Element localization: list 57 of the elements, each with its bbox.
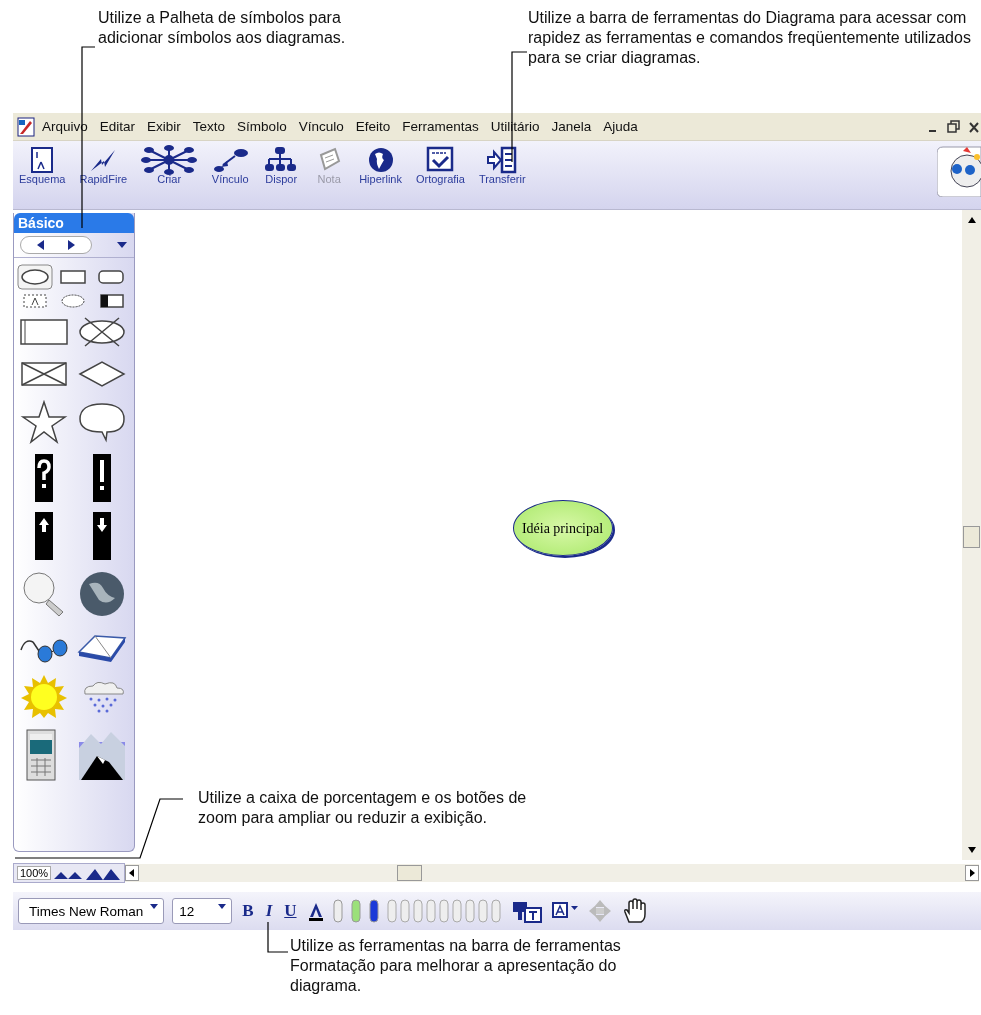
menu-item[interactable]: Janela xyxy=(545,119,598,134)
underline-button[interactable]: U xyxy=(282,901,299,921)
menu-item[interactable]: Editar xyxy=(93,119,142,134)
horizontal-scrollbar[interactable] xyxy=(125,864,979,882)
crossed-oval-icon[interactable] xyxy=(77,316,127,348)
caret-icon[interactable] xyxy=(217,903,228,911)
dropdown-arrow-icon[interactable] xyxy=(116,240,128,250)
document-icon xyxy=(16,116,36,137)
size-dropdown[interactable]: 12 xyxy=(172,898,233,924)
toolbar-button[interactable]: Transferir xyxy=(474,145,530,185)
line-style-icon[interactable] xyxy=(368,898,379,924)
right-arrow-icon[interactable] xyxy=(65,239,77,251)
palette-title: Básico xyxy=(14,213,134,233)
diamond-shape-icon[interactable] xyxy=(77,358,127,390)
scroll-left-icon[interactable] xyxy=(125,865,140,881)
left-arrow-icon[interactable] xyxy=(35,239,47,251)
toolbar-button[interactable]: Hiperlink xyxy=(355,145,406,185)
callout-text: Utilize a barra de ferramentas do Diagrama para acessar com rapidez as ferramentas e comandos freqüentemente utilizados para se criar diagramas. xyxy=(528,8,972,68)
callout-text: Utilize a Palheta de símbolos para adicionar símbolos aos diagramas. xyxy=(98,8,347,48)
menu-item[interactable]: Texto xyxy=(186,119,232,134)
zoom-percent-field[interactable]: 100% xyxy=(17,866,52,880)
toolbar-button[interactable]: Vínculo xyxy=(207,145,254,185)
web-diagram-icon xyxy=(141,145,198,175)
restore-icon[interactable] xyxy=(947,119,961,134)
scroll-right-icon[interactable] xyxy=(965,865,979,881)
vertical-scrollbar[interactable] xyxy=(962,210,981,860)
bold-button[interactable]: B xyxy=(240,901,256,921)
half-filled-rectangle-icon[interactable] xyxy=(97,292,125,310)
scrollbar-thumb[interactable] xyxy=(397,865,423,881)
toolbar-button[interactable]: Dispor xyxy=(259,145,304,185)
globe-picture-icon[interactable] xyxy=(77,570,127,618)
italic-button[interactable]: I xyxy=(263,901,275,921)
palette-scroll-control[interactable] xyxy=(20,236,92,254)
toolbar-button[interactable]: Esquema xyxy=(15,145,70,185)
menu-item[interactable]: Exibir xyxy=(141,119,187,134)
rectangle-shape-icon[interactable] xyxy=(59,268,87,286)
transfer-icon xyxy=(486,145,519,175)
rounded-rectangle-icon[interactable] xyxy=(97,268,125,286)
main-idea-symbol[interactable]: Idéia principal xyxy=(512,500,613,556)
menu-item[interactable]: Símbolo xyxy=(231,119,293,134)
toolbar-button[interactable]: Criar xyxy=(137,145,202,185)
callout-text: Utilize as ferramentas na barra de ferramentas Formatação para melhorar a apresentação do diagrama. xyxy=(290,936,622,996)
menu-item[interactable]: Ajuda xyxy=(597,119,644,134)
scrollbar-thumb[interactable] xyxy=(963,526,980,548)
font-dropdown[interactable]: Times New Roman xyxy=(18,898,165,924)
speech-bubble-icon[interactable] xyxy=(77,400,127,444)
leader-line xyxy=(267,921,289,953)
menu-item[interactable]: Ferramentas xyxy=(396,119,485,134)
caret-icon[interactable] xyxy=(149,903,160,911)
menu-item[interactable]: Efeito xyxy=(349,119,397,134)
wide-rectangle-icon[interactable] xyxy=(19,316,69,348)
star-shape-icon[interactable] xyxy=(19,400,69,444)
cloud-oval-icon[interactable] xyxy=(59,292,87,310)
cartoon-mascot-icon xyxy=(937,145,981,197)
menu-item[interactable]: Vínculo xyxy=(292,119,350,134)
oval-shape-icon[interactable] xyxy=(17,264,53,290)
toolbar-button[interactable]: Ortografia xyxy=(411,145,469,185)
